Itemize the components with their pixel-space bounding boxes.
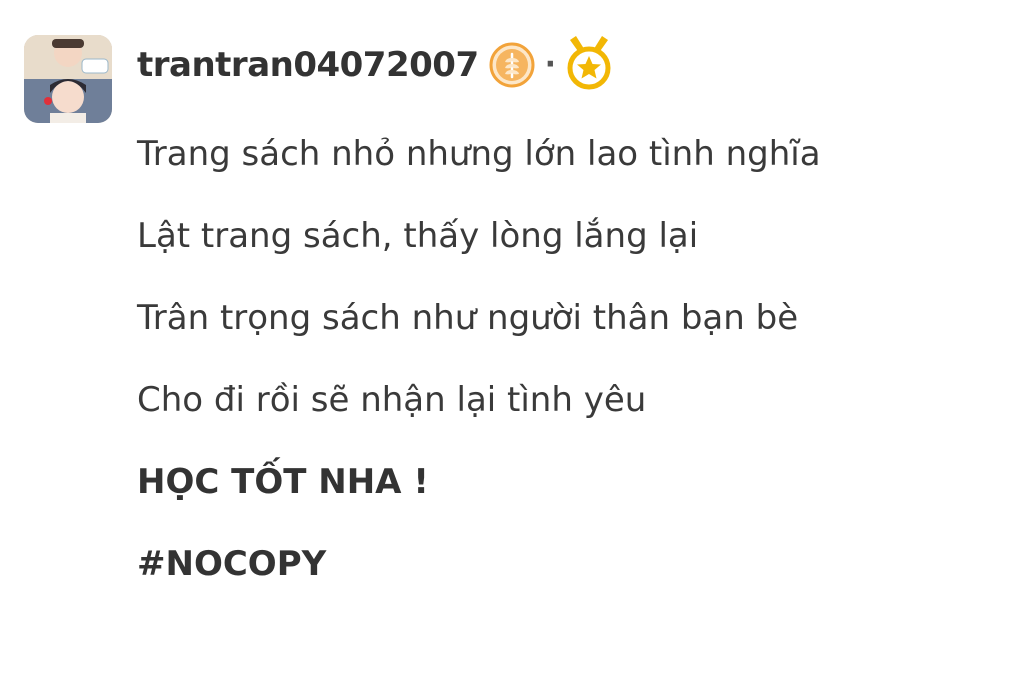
separator-dot: · bbox=[544, 47, 557, 82]
content-line: Cho đi rồi sẽ nhận lại tình yêu bbox=[137, 380, 647, 420]
post-content: Trang sách nhỏ nhưng lớn lao tình nghĩa … bbox=[137, 134, 997, 626]
content-line: Trân trọng sách như người thân bạn bè bbox=[137, 298, 799, 338]
hashtag-line: #NOCOPY bbox=[137, 544, 327, 584]
wheat-badge-icon bbox=[489, 42, 535, 88]
answer-post: trantran04072007 · Trang sách nhỏ nhưng … bbox=[0, 0, 1024, 684]
avatar-photo-icon bbox=[24, 35, 112, 123]
avatar[interactable] bbox=[24, 35, 112, 123]
content-line: Lật trang sách, thấy lòng lắng lại bbox=[137, 216, 699, 256]
content-line-bold: HỌC TỐT NHA ! bbox=[137, 462, 429, 502]
username[interactable]: trantran04072007 bbox=[137, 45, 479, 85]
post-header: trantran04072007 · bbox=[137, 36, 612, 94]
star-medal-icon bbox=[566, 34, 612, 90]
content-line: Trang sách nhỏ nhưng lớn lao tình nghĩa bbox=[137, 134, 821, 174]
